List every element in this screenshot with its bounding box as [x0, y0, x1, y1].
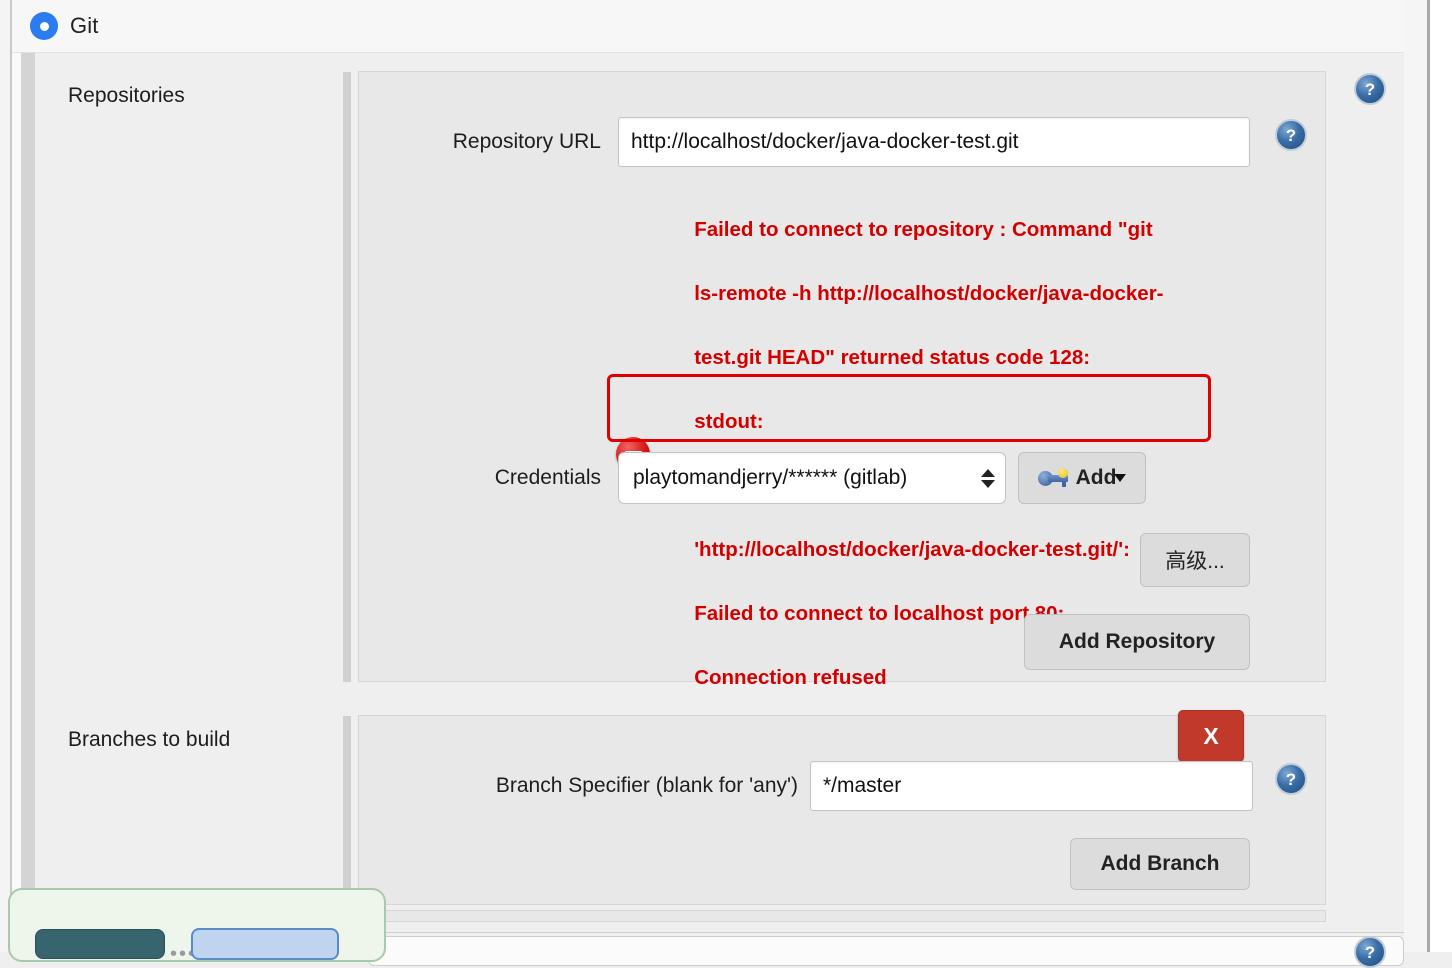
bottom-field-partial[interactable]: [368, 936, 1404, 966]
scm-header-band: Git: [12, 0, 1404, 53]
radio-dot: [40, 22, 49, 31]
help-icon-branch-specifier[interactable]: ?: [1275, 763, 1307, 795]
advanced-button[interactable]: 高级...: [1140, 533, 1250, 587]
chevron-updown-icon[interactable]: [981, 469, 995, 488]
branches-section-rail: [343, 716, 351, 906]
window-left-gutter: [12, 0, 21, 952]
next-section-panel-partial: [358, 910, 1326, 922]
error-line-1: Failed to connect to repository : Comman…: [694, 218, 1152, 241]
error-line-3: test.git HEAD" returned status code 128:: [694, 346, 1090, 369]
help-icon-repositories-section[interactable]: ?: [1354, 73, 1386, 105]
branch-specifier-input[interactable]: */master: [810, 761, 1253, 811]
scm-configuration-page: Git ? Repositories Repository URL http:/…: [0, 0, 1452, 952]
window-right-pane: [1430, 0, 1452, 952]
delete-branch-button[interactable]: X: [1178, 710, 1244, 762]
chevron-down-icon[interactable]: [1114, 474, 1126, 482]
error-line-7: Failed to connect to localhost port 80:: [694, 602, 1064, 625]
repository-url-label: Repository URL: [413, 130, 601, 154]
credentials-label: Credentials: [413, 466, 601, 490]
credentials-select[interactable]: playtomandjerry/****** (gitlab): [618, 452, 1006, 504]
branch-specifier-label: Branch Specifier (blank for 'any'): [413, 774, 798, 798]
error-line-4: stdout:: [694, 410, 763, 433]
form-left-rail: [21, 52, 35, 890]
bottom-divider: [358, 932, 1404, 933]
key-icon: [1038, 468, 1068, 488]
help-icon-bottom-partial[interactable]: ?: [1354, 936, 1386, 968]
error-line-2: ls-remote -h http://localhost/docker/jav…: [694, 282, 1163, 305]
page-right-margin: [1404, 0, 1427, 952]
error-line-6: 'http://localhost/docker/java-docker-tes…: [694, 538, 1130, 561]
section-label-repositories: Repositories: [68, 84, 185, 108]
error-line-8: Connection refused: [694, 666, 887, 689]
scm-radio-label: Git: [70, 13, 98, 39]
add-credentials-button[interactable]: Add: [1018, 452, 1146, 504]
help-icon-repository-url[interactable]: ?: [1275, 119, 1307, 151]
radio-selected-icon[interactable]: [30, 12, 58, 40]
credentials-select-value: playtomandjerry/****** (gitlab): [633, 466, 907, 490]
window-left-edge: [0, 0, 10, 952]
section-label-branches: Branches to build: [68, 728, 230, 752]
repository-url-input[interactable]: http://localhost/docker/java-docker-test…: [618, 117, 1250, 167]
overlay-primary-button[interactable]: [35, 929, 165, 959]
add-credentials-label: Add: [1076, 466, 1117, 490]
overlay-secondary-button[interactable]: [191, 928, 339, 960]
add-branch-button[interactable]: Add Branch: [1070, 838, 1250, 890]
scm-radio-git[interactable]: Git: [30, 12, 98, 40]
repositories-section-rail: [343, 72, 351, 682]
add-repository-button[interactable]: Add Repository: [1024, 614, 1250, 670]
